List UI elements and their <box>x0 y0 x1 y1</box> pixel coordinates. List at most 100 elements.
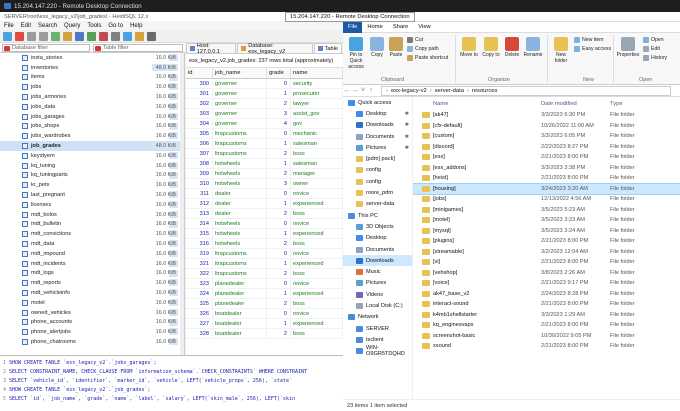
list-item[interactable]: [minigames] 3/5/2023 5:23 AM File folder <box>413 205 680 216</box>
nav-item[interactable]: tsclient <box>343 334 412 345</box>
table-cell[interactable]: mechanic <box>291 129 343 138</box>
nav-item[interactable]: WIN-O9GR5TDQHD <box>343 345 412 357</box>
table-cell[interactable]: 309 <box>186 169 213 178</box>
table-cell[interactable]: 304 <box>186 119 213 128</box>
back-arrow-icon[interactable]: ← <box>343 87 351 94</box>
table-tree-item[interactable]: inventories 48.0 KiB <box>0 63 184 73</box>
list-item[interactable]: [custom] 3/3/2023 6:05 PM File folder <box>413 131 680 142</box>
ribbon-tab-file[interactable]: File <box>343 21 363 33</box>
nav-item[interactable]: 3D Objects <box>343 221 412 232</box>
table-cell[interactable]: 1 <box>267 259 291 268</box>
list-item[interactable]: [discord] 2/22/2023 8:27 PM File folder <box>413 142 680 153</box>
table-tree-item[interactable]: kq_tuning 16.0 KiB <box>0 161 184 171</box>
table-cell[interactable]: 3 <box>267 109 291 118</box>
menu-goto[interactable]: Go to <box>108 23 123 29</box>
table-row[interactable]: 312 dealer 1 experienced <box>186 199 343 209</box>
table-cell[interactable]: novice <box>291 189 343 198</box>
table-cell[interactable]: 0 <box>267 279 291 288</box>
up-arrow-icon[interactable]: ↑ <box>367 87 375 94</box>
table-cell[interactable]: 4 <box>267 119 291 128</box>
table-tree-item[interactable]: mdt_incidents 16.0 KiB <box>0 259 184 269</box>
column-header-date-modified[interactable]: Date modified <box>541 101 577 107</box>
table-tree-item[interactable]: mdt_logs 16.0 KiB <box>0 269 184 279</box>
history-button[interactable]: History <box>643 55 667 61</box>
table-tree-item[interactable]: mdt_bolos 16.0 KiB <box>0 210 184 220</box>
table-row[interactable]: 316 hotwheels 2 boss <box>186 239 343 249</box>
menu-help[interactable]: Help <box>130 23 142 29</box>
table-cell[interactable]: 2 <box>267 329 291 338</box>
table-row[interactable]: 324 planedealer 1 experienced <box>186 289 343 299</box>
forward-arrow-icon[interactable]: → <box>351 87 359 94</box>
table-cell[interactable]: hotwheels <box>213 239 267 248</box>
table-row[interactable]: 300 governer 0 security <box>186 79 343 89</box>
table-cell[interactable]: 1 <box>267 159 291 168</box>
table-cell[interactable]: novice <box>291 279 343 288</box>
run-query-icon[interactable] <box>87 31 96 41</box>
table-tree-item[interactable]: mdt_bulletin 16.0 KiB <box>0 220 184 230</box>
menu-edit[interactable]: Edit <box>21 23 31 29</box>
table-cell[interactable]: salesman <box>291 139 343 148</box>
column-header-job-name[interactable]: job_name <box>213 68 267 78</box>
column-header-grade[interactable]: grade <box>267 68 291 78</box>
table-cell[interactable]: planedealer <box>213 299 267 308</box>
move-to-button[interactable]: Move to <box>459 37 479 58</box>
chevron-down-icon[interactable]: ˅ <box>359 87 367 94</box>
list-item[interactable]: [vehshop] 3/8/2023 2:26 AM File folder <box>413 268 680 279</box>
table-cell[interactable]: 2 <box>267 269 291 278</box>
table-cell[interactable]: boatdealer <box>213 309 267 318</box>
nav-item[interactable]: Quick access <box>343 97 412 108</box>
paste-icon[interactable] <box>39 31 48 41</box>
table-tree-item[interactable]: job_grades 48.0 KiB <box>0 141 184 151</box>
table-cell[interactable]: novice <box>291 219 343 228</box>
table-tree-item[interactable]: mdt_impound 16.0 KiB <box>0 249 184 259</box>
table-cell[interactable]: boss <box>291 269 343 278</box>
table-cell[interactable]: 316 <box>186 239 213 248</box>
search-icon[interactable] <box>63 31 72 41</box>
table-tree-item[interactable]: jobs_shops 16.0 KiB <box>0 122 184 132</box>
new-folder-button[interactable]: New folder <box>551 37 571 64</box>
table-cell[interactable]: 312 <box>186 199 213 208</box>
table-cell[interactable]: 322 <box>186 269 213 278</box>
nav-item[interactable]: [pdm] pack] <box>343 153 412 164</box>
table-cell[interactable]: 0 <box>267 219 291 228</box>
table-tree-item[interactable]: mdt_reports 16.0 KiB <box>0 278 184 288</box>
table-row[interactable]: 313 dealer 2 boss <box>186 209 343 219</box>
tab-database[interactable]: Database: esx_legacy_v2 <box>237 43 313 55</box>
table-cell[interactable]: 328 <box>186 329 213 338</box>
table-row[interactable]: 307 ltrapcustoms 2 boss <box>186 149 343 159</box>
ribbon-tab-home[interactable]: Home <box>362 22 387 33</box>
list-item[interactable]: [plugins] 2/21/2023 8:00 PM File folder <box>413 236 680 247</box>
table-row[interactable]: 328 boatdealer 2 boss <box>186 329 343 339</box>
table-tree-item[interactable]: mdt_data 16.0 KiB <box>0 239 184 249</box>
list-item[interactable]: [streamable] 3/2/2023 12:04 AM File folder <box>413 247 680 258</box>
list-item[interactable]: [jobs] 12/13/2022 4:56 AM File folder <box>413 194 680 205</box>
table-row[interactable]: 315 hotwheels 1 experienced <box>186 229 343 239</box>
table-tree-item[interactable]: owned_vehicles 16.0 KiB <box>0 308 184 318</box>
table-tree-item[interactable]: jobs_data 16.0 KiB <box>0 102 184 112</box>
table-row[interactable]: 325 planedealer 2 boss <box>186 299 343 309</box>
disconnect-icon[interactable] <box>15 31 24 41</box>
open-button[interactable]: Open <box>643 37 664 43</box>
table-cell[interactable]: boss <box>291 149 343 158</box>
session-manager-icon[interactable] <box>3 31 12 41</box>
address-bar[interactable]: › esx-legacy-v2 › server-data › resource… <box>381 86 671 96</box>
nav-item[interactable]: config <box>343 176 412 187</box>
menu-tools[interactable]: Tools <box>87 23 101 29</box>
table-row[interactable]: 326 boatdealer 0 novice <box>186 309 343 319</box>
list-item[interactable]: kq_enginesvaps 2/21/2023 8:00 PM File fold… <box>413 320 680 331</box>
table-cell[interactable]: governer <box>213 109 267 118</box>
table-cell[interactable]: novice <box>291 249 343 258</box>
properties-button[interactable]: Properties <box>616 37 640 58</box>
easy-access-button[interactable]: Easy access <box>574 46 611 52</box>
table-cell[interactable]: 306 <box>186 139 213 148</box>
table-cell[interactable]: lawyer <box>291 99 343 108</box>
table-cell[interactable]: 315 <box>186 229 213 238</box>
table-cell[interactable]: boss <box>291 299 343 308</box>
table-tree-item[interactable]: licenses 16.0 KiB <box>0 200 184 210</box>
list-item[interactable]: [esx] 2/21/2023 8:00 PM File folder <box>413 152 680 163</box>
paste-shortcut-button[interactable]: Paste shortcut <box>407 55 448 61</box>
table-tree-item[interactable]: jobs_wardrobes 16.0 KiB <box>0 131 184 141</box>
table-cell[interactable]: ltrapcustoms <box>213 129 267 138</box>
table-cell[interactable]: boatdealer <box>213 319 267 328</box>
table-tree-item[interactable]: motel 16.0 KiB <box>0 298 184 308</box>
